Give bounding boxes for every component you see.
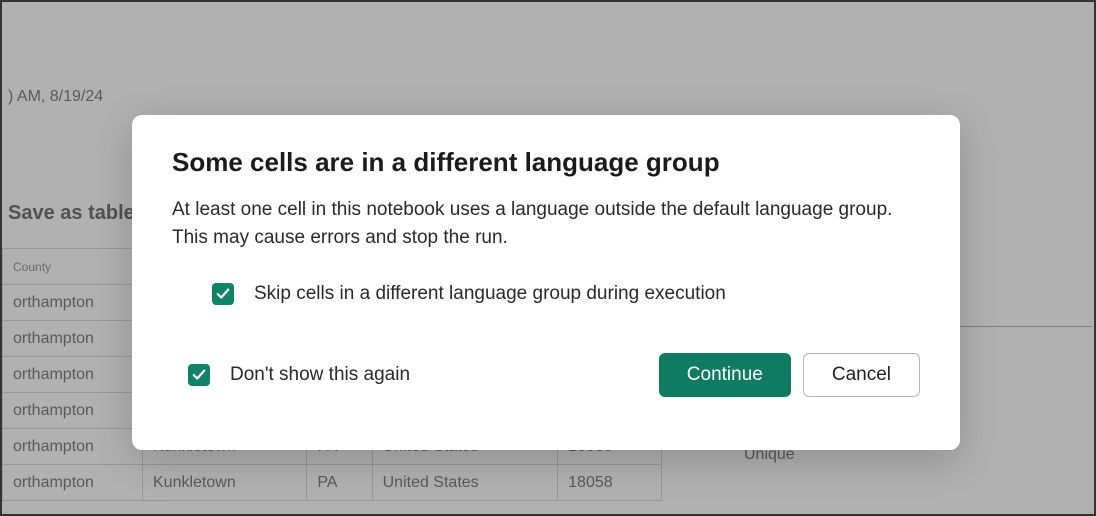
table-cell: orthampton [3, 465, 143, 501]
table-cell: Kunkletown [143, 465, 307, 501]
table-cell: United States [372, 465, 558, 501]
dont-show-label: Don't show this again [230, 364, 410, 386]
table-row: orthamptonKunkletownPAUnited States18058 [3, 465, 662, 501]
table-header: County [3, 249, 143, 285]
table-cell: orthampton [3, 357, 143, 393]
checkmark-icon [192, 368, 206, 382]
checkmark-icon [216, 287, 230, 301]
table-cell: orthampton [3, 393, 143, 429]
table-cell: orthampton [3, 285, 143, 321]
continue-button[interactable]: Continue [659, 353, 791, 397]
dialog-title: Some cells are in a different language g… [172, 147, 920, 178]
cancel-button[interactable]: Cancel [803, 353, 920, 397]
language-group-dialog: Some cells are in a different language g… [132, 115, 960, 450]
save-as-table-label: Save as table [8, 202, 135, 225]
dont-show-checkbox[interactable] [188, 364, 210, 386]
timestamp-text: ) AM, 8/19/24 [8, 88, 103, 106]
table-cell: orthampton [3, 429, 143, 465]
table-cell: PA [307, 465, 372, 501]
skip-cells-option[interactable]: Skip cells in a different language group… [172, 283, 920, 305]
dialog-body: At least one cell in this notebook uses … [172, 196, 920, 251]
table-cell: 18058 [558, 465, 662, 501]
dont-show-option[interactable]: Don't show this again [172, 364, 410, 386]
skip-cells-label: Skip cells in a different language group… [254, 283, 726, 305]
table-cell: orthampton [3, 321, 143, 357]
skip-cells-checkbox[interactable] [212, 283, 234, 305]
